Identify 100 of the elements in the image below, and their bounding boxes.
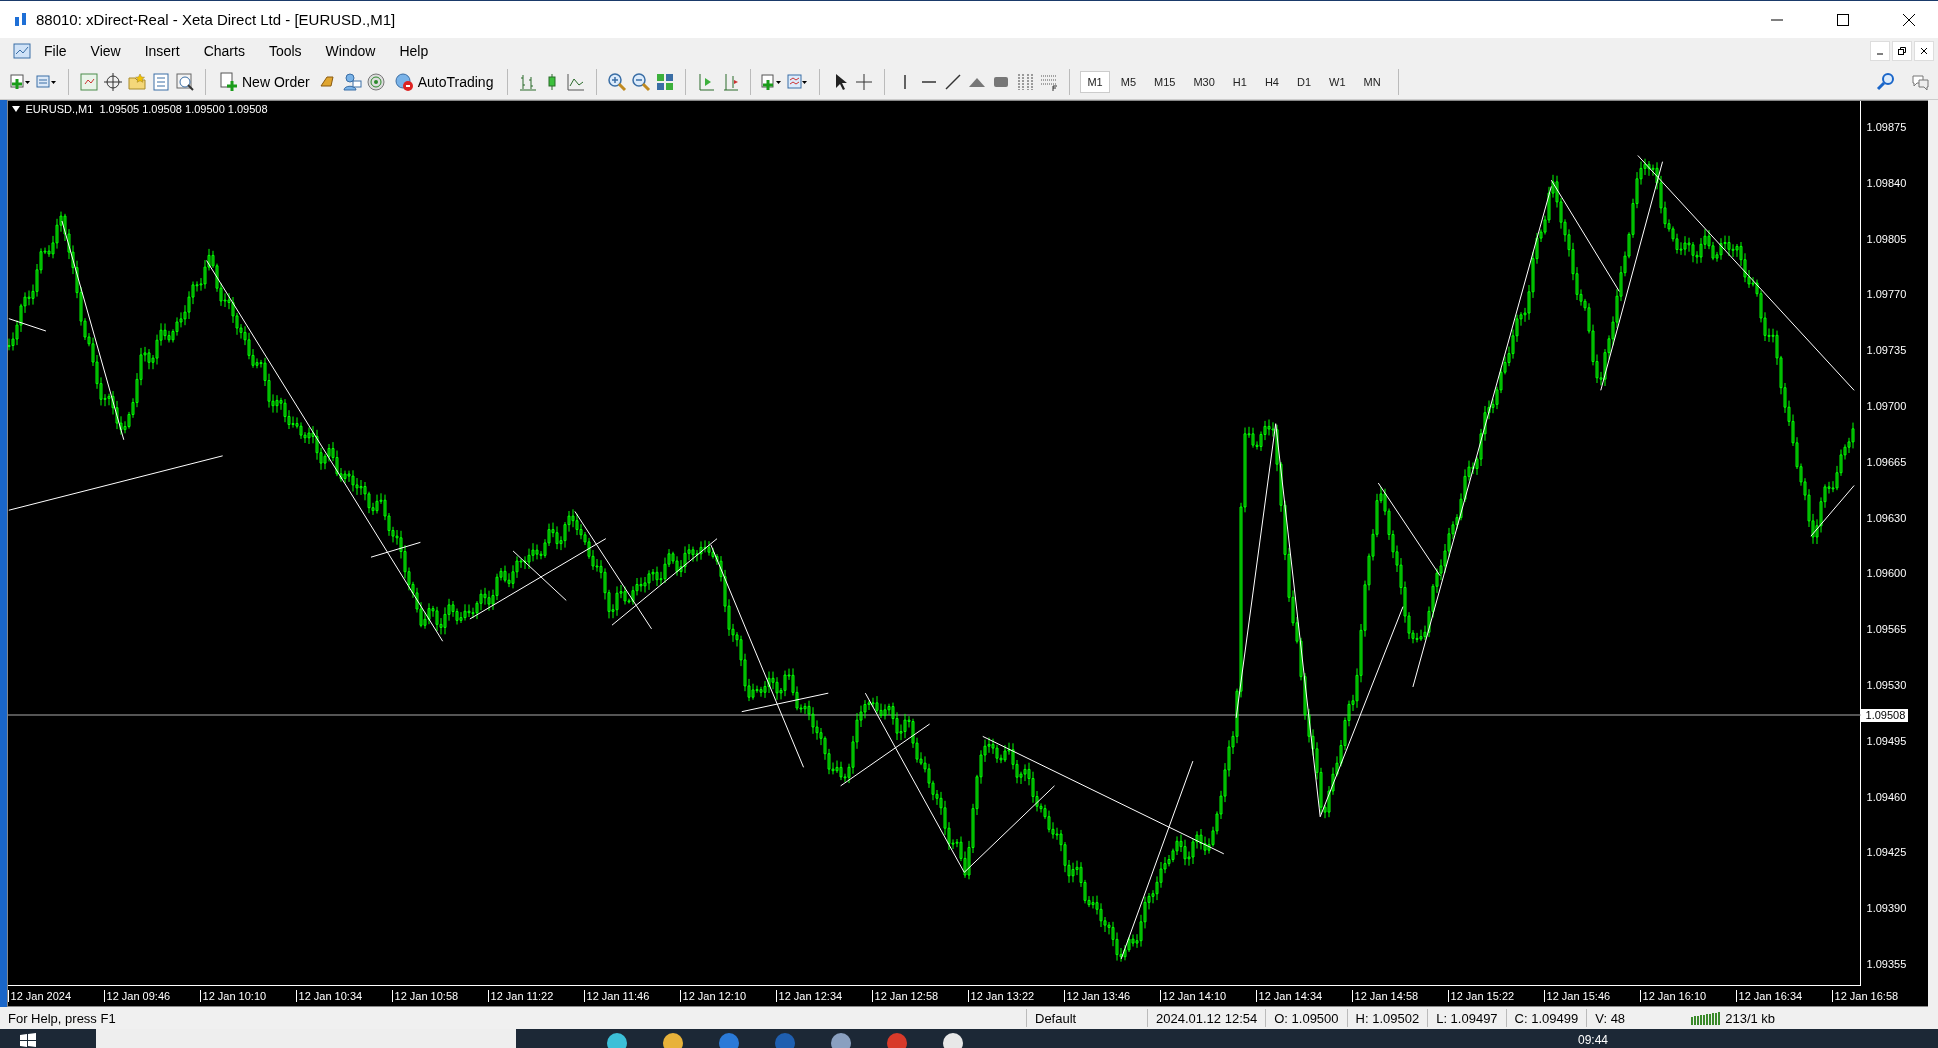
auto-scroll-icon[interactable] [696, 71, 717, 92]
time-label: 12 Jan 16:34 [1735, 990, 1832, 1002]
taskbar-app-icon[interactable] [606, 1031, 628, 1048]
time-label: 12 Jan 10:34 [295, 990, 392, 1002]
tile-windows-icon[interactable] [655, 71, 676, 92]
dropdown-icon[interactable] [11, 106, 20, 112]
time-label: 12 Jan 12:10 [679, 990, 776, 1002]
chart-window-icon[interactable] [12, 41, 32, 61]
time-label: 12 Jan 11:46 [583, 990, 680, 1002]
minimize-icon [1770, 18, 1784, 21]
timeframe-button[interactable]: W1 [1322, 70, 1353, 93]
time-label: 12 Jan 14:58 [1351, 990, 1448, 1002]
taskbar-clock: 09:44 [1577, 1032, 1608, 1047]
time-label: 12 Jan 14:34 [1255, 990, 1352, 1002]
volume: V: 48 [1586, 1009, 1684, 1027]
signal-icon[interactable] [365, 71, 386, 92]
price-label: 1.09355 [1865, 956, 1908, 971]
crosshair-icon[interactable] [103, 71, 123, 92]
menu-item[interactable]: Help [387, 40, 441, 62]
time-label: 12 Jan 12:34 [775, 990, 872, 1002]
price-label: 1.09665 [1865, 454, 1908, 469]
time-label: 12 Jan 11:22 [487, 990, 584, 1002]
price-label: 1.09495 [1865, 733, 1908, 748]
autotrading-icon [393, 71, 414, 92]
time-label: 12 Jan 13:46 [1063, 990, 1160, 1002]
time-label: 12 Jan 10:58 [391, 990, 488, 1002]
timeframe-button[interactable]: MN [1356, 70, 1388, 93]
maximize-icon [1836, 12, 1850, 27]
timeframe-button[interactable]: D1 [1289, 70, 1318, 93]
price-label: 1.09425 [1865, 845, 1908, 860]
price-label: 1.09875 [1865, 120, 1908, 134]
time-label: 12 Jan 15:22 [1447, 990, 1544, 1002]
menu-item[interactable]: Insert [132, 40, 192, 62]
price-label: 1.09735 [1865, 343, 1908, 358]
price-label: 1.09390 [1865, 901, 1908, 916]
bar-time: 2024.01.12 12:54 [1147, 1009, 1266, 1027]
market-watch-icon[interactable] [79, 71, 99, 92]
time-label: 12 Jan 2024 [7, 990, 104, 1002]
menu-item[interactable]: View [78, 40, 133, 62]
trend-line-icon[interactable] [943, 71, 964, 92]
timeframe-button[interactable]: M5 [1113, 70, 1143, 93]
price-label: 1.09770 [1865, 287, 1908, 302]
close-button[interactable] [1914, 41, 1934, 61]
time-label: 12 Jan 16:58 [1831, 990, 1928, 1002]
chart-symbol: EURUSD.,M1 [25, 103, 94, 115]
time-label: 12 Jan 13:22 [967, 990, 1064, 1002]
timeframe-button[interactable]: M1 [1080, 70, 1110, 93]
new-order-button[interactable]: New Order [216, 69, 314, 94]
chart-ohlc: 1.09505 1.09508 1.09500 1.09508 [99, 103, 268, 115]
time-label: 12 Jan 16:10 [1639, 990, 1736, 1002]
timeframe-button[interactable]: H4 [1257, 70, 1286, 93]
search-icon[interactable] [1876, 71, 1896, 92]
price-label: 1.09530 [1865, 677, 1908, 692]
taskbar-search-field[interactable] [96, 1029, 516, 1048]
zoom-out-icon[interactable] [631, 71, 652, 92]
timeframe-button[interactable]: M30 [1186, 70, 1222, 93]
zoom-in-icon[interactable] [607, 71, 628, 92]
price-label: 1.09460 [1865, 789, 1908, 804]
price-label: 1.09700 [1865, 399, 1908, 413]
profile-name: Default [1026, 1009, 1147, 1027]
traffic-text: 213/1 kb [1724, 1010, 1776, 1026]
time-label: 12 Jan 10:10 [199, 990, 296, 1002]
new-chart-icon[interactable] [10, 71, 32, 92]
time-label: 12 Jan 12:58 [871, 990, 968, 1002]
open-price: O: 1.09500 [1265, 1009, 1347, 1027]
menu-item[interactable]: Tools [256, 40, 314, 62]
people-icon[interactable] [341, 71, 362, 92]
close-icon [1920, 47, 1928, 55]
help-text: For Help, press F1 [7, 1009, 117, 1027]
new-order-icon [220, 71, 238, 92]
taskbar-app-icon[interactable] [662, 1031, 684, 1048]
window-title: 88010: xDirect-Real - Xeta Direct Ltd - [EURUSD.,M1] [36, 11, 397, 28]
current-price-label: 1.09508 [1860, 709, 1909, 722]
price-label: 1.09565 [1865, 622, 1908, 637]
line-chart-icon[interactable] [566, 71, 587, 92]
price-label: 1.09840 [1865, 175, 1908, 190]
app-logo-icon [14, 11, 28, 28]
time-label: 12 Jan 15:46 [1543, 990, 1640, 1002]
windows-logo-icon[interactable] [20, 1032, 36, 1047]
timeframe-button[interactable]: H1 [1225, 70, 1254, 93]
menu-item[interactable]: File [32, 40, 79, 62]
add-indicator-icon[interactable] [761, 71, 784, 92]
high-price: H: 1.09502 [1346, 1009, 1428, 1027]
restore-icon [1898, 47, 1906, 55]
price-label: 1.09630 [1865, 510, 1908, 525]
menu-item[interactable]: Charts [191, 40, 257, 62]
price-label: 1.09600 [1865, 566, 1908, 581]
menu-item[interactable]: Window [313, 40, 388, 62]
time-label: 12 Jan 14:10 [1159, 990, 1256, 1002]
timeframe-button[interactable]: M15 [1147, 70, 1183, 93]
close-price: C: 1.09499 [1505, 1009, 1587, 1027]
star-folder-icon[interactable] [127, 71, 147, 92]
restore-button[interactable] [1892, 41, 1912, 61]
templates-icon[interactable] [787, 71, 810, 92]
taskbar-app-icon[interactable] [942, 1031, 964, 1048]
close-icon [1902, 12, 1916, 27]
connection-bars-icon [1691, 1011, 1722, 1025]
price-label: 1.09805 [1865, 231, 1908, 246]
autotrading-button[interactable]: AutoTrading [389, 69, 498, 94]
taskbar-app-icon[interactable] [830, 1031, 852, 1048]
